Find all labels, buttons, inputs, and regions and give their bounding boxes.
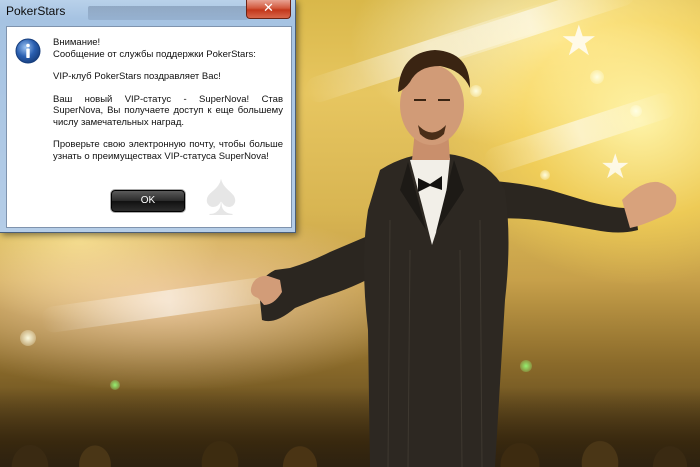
dialog-titlebar[interactable]: PokerStars ✕: [0, 0, 295, 22]
window-title: PokerStars: [6, 4, 66, 18]
blurred-background-tabs: [88, 6, 248, 20]
message-text: Внимание! Сообщение от службы поддержки …: [53, 37, 283, 173]
pokerstars-dialog-window: PokerStars ✕ Внимание! Сообщение от служ…: [0, 0, 296, 233]
message-source: Сообщение от службы поддержки PokerStars…: [53, 48, 256, 60]
congrats-line: VIP-клуб PokerStars поздравляет Вас!: [53, 71, 221, 82]
status-paragraph: Ваш новый VIP-статус - SuperNova! Став S…: [53, 93, 283, 128]
email-paragraph: Проверьте свою электронную почту, чтобы …: [53, 139, 283, 162]
dialog-content-area: Внимание! Сообщение от службы поддержки …: [6, 26, 292, 228]
ok-button[interactable]: OK: [111, 190, 185, 212]
info-icon: [15, 38, 41, 64]
close-icon: ✕: [263, 1, 274, 16]
bokeh-light: [20, 330, 36, 346]
close-button[interactable]: ✕: [246, 0, 291, 19]
man-in-tuxedo-figure: [250, 50, 677, 467]
pokerstars-spade-watermark-icon: ♠: [205, 161, 237, 228]
attention-heading: Внимание!: [53, 37, 101, 48]
